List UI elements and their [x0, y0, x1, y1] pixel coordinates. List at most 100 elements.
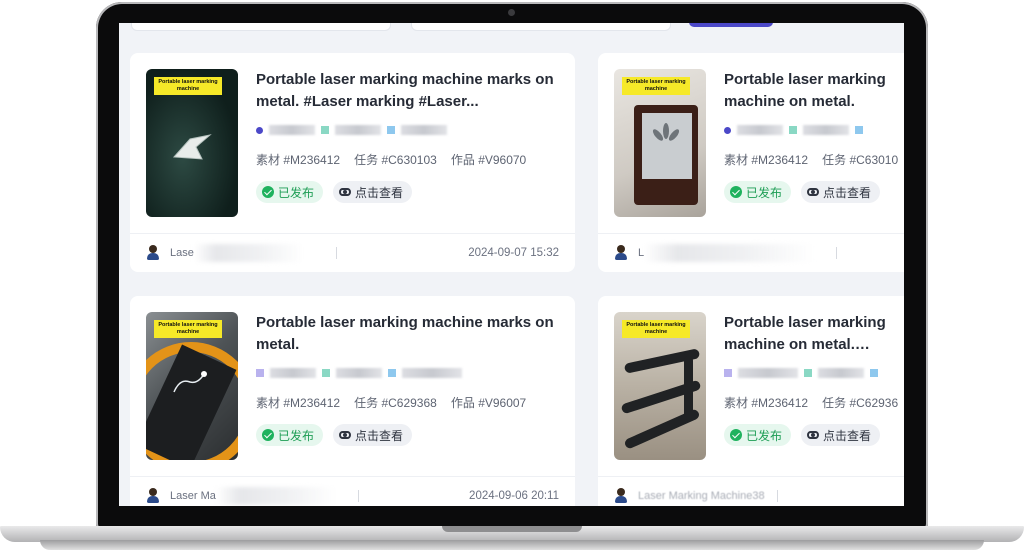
- view-button[interactable]: 点击查看: [801, 181, 881, 203]
- content-card[interactable]: Portable laser marking machine Portable …: [130, 53, 575, 272]
- filter-field-2[interactable]: [411, 23, 671, 31]
- owner-blurred: [193, 244, 324, 262]
- tag-blurred: [818, 368, 864, 378]
- tag-blurred: [270, 368, 316, 378]
- check-circle-icon: [730, 186, 742, 198]
- check-circle-icon: [262, 186, 274, 198]
- id-row: 素材 #M236412 任务 #C63010: [724, 151, 898, 168]
- separator: [836, 247, 838, 259]
- screen: Portable laser marking machine Portable …: [119, 23, 904, 506]
- view-label: 点击查看: [823, 185, 872, 200]
- status-badge: 已发布: [724, 181, 792, 203]
- id-row: 素材 #M236412 任务 #C630103 作品 #V96070: [256, 151, 526, 168]
- check-circle-icon: [262, 429, 274, 441]
- tag-blurred: [269, 125, 315, 135]
- tag-row: [256, 367, 462, 379]
- view-button[interactable]: 点击查看: [333, 424, 413, 446]
- search-button[interactable]: [689, 23, 773, 27]
- content-card[interactable]: Portable laser marking machine Portable …: [130, 296, 575, 506]
- owner-blurred: [644, 244, 824, 262]
- tag-row: [724, 367, 878, 379]
- card-footer: Laser Marking Machine38: [614, 486, 904, 506]
- tag-blurred: [737, 125, 783, 135]
- thumbnail[interactable]: Portable laser marking machine: [614, 312, 706, 460]
- status-badge: 已发布: [256, 181, 324, 203]
- status-label: 已发布: [278, 428, 315, 443]
- view-label: 点击查看: [823, 428, 872, 443]
- laptop-base-shadow: [40, 540, 984, 550]
- view-button[interactable]: 点击查看: [333, 181, 413, 203]
- content-card[interactable]: Portable laser marking machine Portable …: [598, 296, 904, 506]
- badge-row: 已发布 点击查看: [724, 181, 881, 203]
- status-label: 已发布: [746, 428, 783, 443]
- tag-blurred: [402, 368, 462, 378]
- logo-icon: [172, 134, 212, 160]
- divider: [598, 476, 904, 477]
- task-id[interactable]: 任务 #C62936: [822, 394, 898, 411]
- status-label: 已发布: [278, 185, 315, 200]
- avatar: [614, 488, 628, 504]
- tag-row: [724, 124, 863, 136]
- task-id[interactable]: 任务 #C629368: [354, 394, 437, 411]
- owner-name[interactable]: Lase: [170, 247, 194, 259]
- owner-name[interactable]: Laser Ma: [170, 490, 216, 502]
- square-icon: [387, 126, 395, 134]
- card-title[interactable]: Portable laser marking machine on metal.: [724, 69, 904, 113]
- material-id[interactable]: 素材 #M236412: [256, 394, 340, 411]
- work-id[interactable]: 作品 #V96007: [451, 394, 526, 411]
- view-button[interactable]: 点击查看: [801, 424, 881, 446]
- thumbnail[interactable]: Portable laser marking machine: [146, 312, 238, 460]
- square-icon: [322, 369, 330, 377]
- divider: [130, 476, 575, 477]
- square-icon: [388, 369, 396, 377]
- content-card[interactable]: Portable laser marking machine Portable …: [598, 53, 904, 272]
- laptop-notch: [442, 526, 582, 532]
- square-icon: [724, 369, 732, 377]
- thumbnail-caption: Portable laser marking machine: [622, 77, 690, 95]
- work-id[interactable]: 作品 #V96070: [451, 151, 526, 168]
- square-icon: [256, 369, 264, 377]
- card-footer: Lase 2024-09-07 15:32: [146, 243, 559, 263]
- tag-row: [256, 124, 447, 136]
- filter-field[interactable]: [131, 23, 391, 31]
- divider: [598, 233, 904, 234]
- badge-row: 已发布 点击查看: [256, 181, 413, 203]
- thumbnail-caption: Portable laser marking machine: [622, 320, 690, 338]
- pipe-bar: [684, 356, 693, 420]
- card-title[interactable]: Portable laser marking machine marks on …: [256, 69, 556, 113]
- card-title[interactable]: Portable laser marking machine on metal.…: [724, 312, 904, 356]
- id-row: 素材 #M236412 任务 #C62936: [724, 394, 898, 411]
- status-badge: 已发布: [256, 424, 324, 446]
- check-circle-icon: [730, 429, 742, 441]
- avatar: [146, 488, 160, 504]
- tag-blurred: [401, 125, 447, 135]
- owner-name[interactable]: Laser Marking Machine38: [638, 490, 765, 502]
- task-id[interactable]: 任务 #C630103: [354, 151, 437, 168]
- material-id[interactable]: 素材 #M236412: [724, 151, 808, 168]
- eye-icon: [339, 431, 352, 439]
- tag-blurred: [336, 368, 382, 378]
- square-icon: [321, 126, 329, 134]
- separator: [357, 490, 359, 502]
- card-title[interactable]: Portable laser marking machine marks on …: [256, 312, 556, 356]
- square-icon: [789, 126, 797, 134]
- avatar: [614, 245, 628, 261]
- tag-blurred: [335, 125, 381, 135]
- divider: [130, 233, 575, 234]
- timestamp: 2024-09-06 20:11: [469, 490, 559, 502]
- view-label: 点击查看: [355, 185, 404, 200]
- square-icon: [870, 369, 878, 377]
- thumbnail[interactable]: Portable laser marking machine: [614, 69, 706, 217]
- timestamp: 2024-09-07 15:32: [468, 247, 559, 259]
- tag-blurred: [738, 368, 798, 378]
- material-id[interactable]: 素材 #M236412: [724, 394, 808, 411]
- eye-icon: [339, 188, 352, 196]
- dot-icon: [724, 126, 731, 134]
- task-id[interactable]: 任务 #C63010: [822, 151, 898, 168]
- thumbnail[interactable]: Portable laser marking machine: [146, 69, 238, 217]
- material-id[interactable]: 素材 #M236412: [256, 151, 340, 168]
- view-label: 点击查看: [355, 428, 404, 443]
- status-badge: 已发布: [724, 424, 792, 446]
- badge-row: 已发布 点击查看: [256, 424, 413, 446]
- badge-row: 已发布 点击查看: [724, 424, 881, 446]
